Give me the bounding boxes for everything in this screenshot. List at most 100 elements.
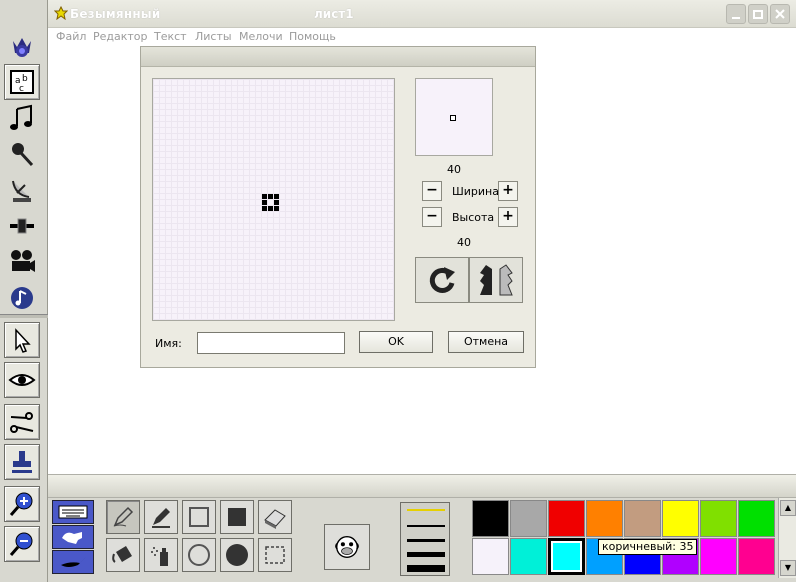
menu-misc[interactable]: Мелочи <box>239 30 283 43</box>
selection-rect-icon <box>265 546 285 564</box>
spray-can-icon <box>151 547 168 566</box>
character-tool[interactable] <box>324 524 370 570</box>
svg-text:b: b <box>22 74 28 84</box>
close-icon <box>775 9 785 19</box>
monkey-face-icon <box>335 536 359 558</box>
pixel <box>262 200 267 205</box>
rectangle-icon <box>189 507 209 527</box>
keyboard-mode-button[interactable] <box>52 500 94 524</box>
minimize-button[interactable] <box>726 4 746 24</box>
zoom-in-icon[interactable] <box>4 486 40 522</box>
pen-tool[interactable] <box>144 500 178 534</box>
toolbar-separator <box>0 314 48 318</box>
menu-text[interactable]: Текст <box>154 30 187 43</box>
pointer-icon[interactable] <box>4 322 40 358</box>
keyboard-icon <box>58 505 88 519</box>
circle-tool[interactable] <box>182 538 216 572</box>
eye-icon[interactable] <box>4 362 40 398</box>
line-style-2[interactable] <box>407 525 445 527</box>
maximize-button[interactable] <box>748 4 768 24</box>
eraser-tool[interactable] <box>258 500 292 534</box>
cancel-button[interactable]: Отмена <box>448 331 524 353</box>
panel-splitter[interactable] <box>48 474 796 498</box>
width-plus-button[interactable]: + <box>498 181 518 201</box>
filled-rectangle-tool[interactable] <box>220 500 254 534</box>
filled-circle-tool[interactable] <box>220 538 254 572</box>
dialog-title-bar[interactable] <box>141 47 535 67</box>
microphone-icon[interactable] <box>4 136 40 172</box>
color-swatch[interactable] <box>472 538 509 575</box>
width-value: 40 <box>447 163 461 176</box>
filled-rectangle-icon <box>228 508 246 526</box>
color-swatch[interactable] <box>738 538 775 575</box>
menu-file[interactable]: Файл <box>56 30 86 43</box>
color-swatch[interactable] <box>586 500 623 537</box>
app-icon <box>53 5 69 23</box>
satellite-dish-icon[interactable] <box>4 172 40 208</box>
slider-icon[interactable] <box>4 208 40 244</box>
animal-mode-button[interactable] <box>52 525 94 549</box>
mirror-button[interactable] <box>469 257 523 303</box>
color-swatch[interactable] <box>700 500 737 537</box>
name-input[interactable] <box>197 332 345 354</box>
rectangle-tool[interactable] <box>182 500 216 534</box>
menu-editor[interactable]: Редактор <box>93 30 148 43</box>
width-minus-button[interactable]: − <box>422 181 442 201</box>
color-swatch[interactable] <box>548 538 585 575</box>
color-swatch[interactable] <box>738 500 775 537</box>
rotate-icon <box>429 267 455 293</box>
maximize-icon <box>753 9 763 19</box>
pencil-tool[interactable] <box>106 500 140 534</box>
menu-help[interactable]: Помощь <box>289 30 336 43</box>
line-style-5[interactable] <box>407 565 445 572</box>
title-bar: Безымянный лист1 <box>48 0 796 28</box>
pixel <box>262 206 267 211</box>
color-swatch[interactable] <box>510 500 547 537</box>
minimize-icon <box>732 17 740 19</box>
svg-text:c: c <box>19 84 24 94</box>
scroll-up-icon[interactable]: ▲ <box>780 500 796 516</box>
chess-knight-mirror-icon <box>480 264 513 296</box>
color-swatch[interactable] <box>548 500 585 537</box>
close-button[interactable] <box>770 4 790 24</box>
filled-circle-icon <box>226 544 248 566</box>
pixel <box>268 206 273 211</box>
line-style-3[interactable] <box>407 539 445 542</box>
pixel <box>262 194 267 199</box>
pen-icon <box>152 508 170 528</box>
line-style-4[interactable] <box>407 552 445 557</box>
pixel <box>274 206 279 211</box>
movie-camera-icon[interactable] <box>4 244 40 280</box>
color-swatch[interactable] <box>472 500 509 537</box>
scroll-down-icon[interactable]: ▼ <box>780 560 796 576</box>
menu-bar: Файл Редактор Текст Листы Мелочи Помощь <box>48 28 796 46</box>
music-disc-icon[interactable] <box>4 280 40 316</box>
pixel-grid[interactable] <box>152 78 395 321</box>
height-minus-button[interactable]: − <box>422 207 442 227</box>
crown-icon[interactable] <box>4 26 40 62</box>
spray-can-tool[interactable] <box>144 538 178 572</box>
scissors-icon[interactable] <box>4 404 40 440</box>
color-swatch[interactable] <box>700 538 737 575</box>
height-plus-button[interactable]: + <box>498 207 518 227</box>
width-label: Ширина <box>452 185 499 198</box>
color-swatch[interactable] <box>624 500 661 537</box>
genie-mode-button[interactable] <box>52 550 94 574</box>
paint-bucket-tool[interactable] <box>106 538 140 572</box>
line-style-1[interactable] <box>407 509 445 511</box>
selection-tool[interactable] <box>258 538 292 572</box>
rotate-button[interactable] <box>415 257 469 303</box>
vertical-scrollbar[interactable]: ▲ ▼ <box>778 498 796 578</box>
ok-button[interactable]: OK <box>359 331 433 353</box>
stamp-icon[interactable] <box>4 444 40 480</box>
menu-sheets[interactable]: Листы <box>195 30 232 43</box>
shape-preview <box>415 78 493 156</box>
text-abc-icon[interactable]: abc <box>4 64 40 100</box>
music-note-icon[interactable] <box>4 100 40 136</box>
name-label: Имя: <box>155 337 182 350</box>
zoom-out-icon[interactable] <box>4 526 40 562</box>
color-swatch[interactable] <box>510 538 547 575</box>
color-swatch[interactable] <box>662 500 699 537</box>
window-title: Безымянный <box>70 7 161 21</box>
preview-shape <box>450 115 456 121</box>
